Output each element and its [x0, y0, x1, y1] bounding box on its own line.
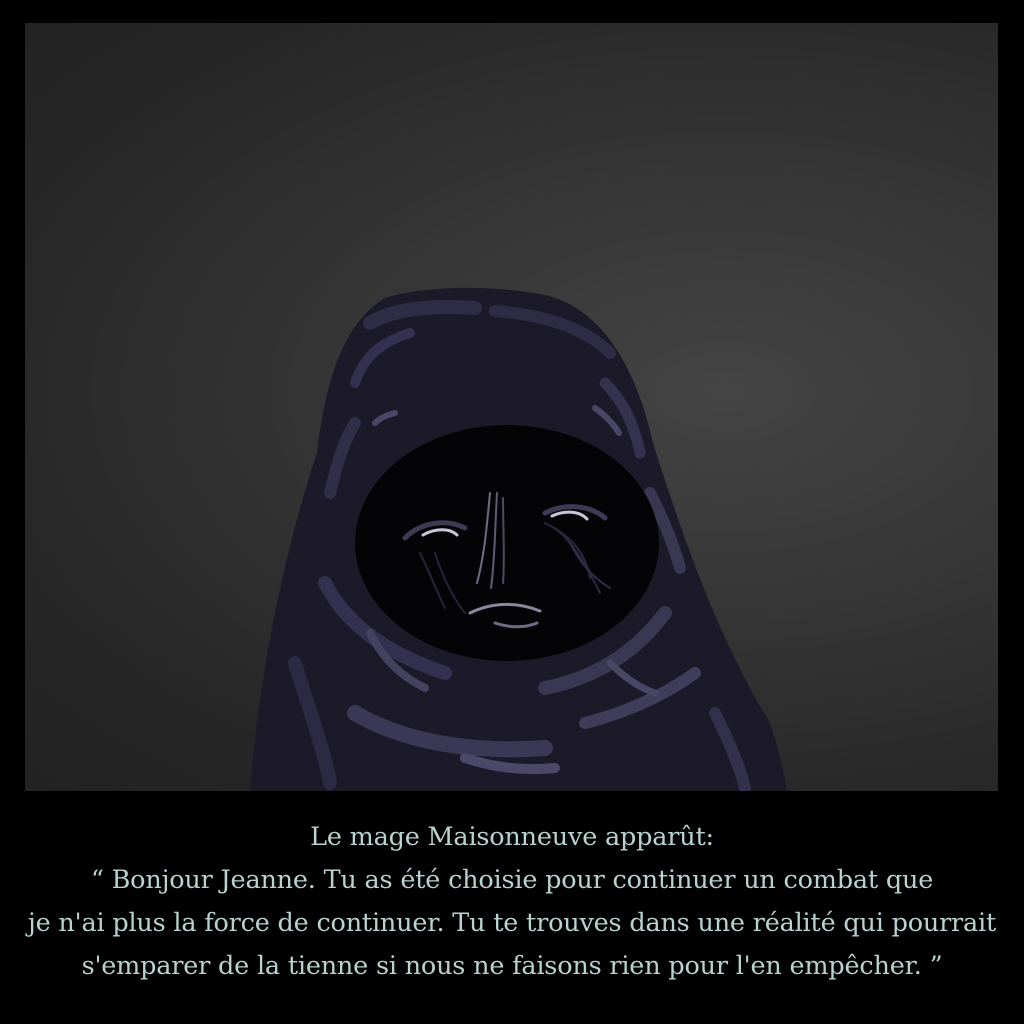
dialogue-line: “ Bonjour Jeanne. Tu as été choisie pour… — [90, 865, 934, 895]
hooded-mage-figure — [250, 287, 787, 791]
game-screen[interactable]: Le mage Maisonneuve apparût: “ Bonjour J… — [0, 0, 1024, 1024]
dialogue-box[interactable]: Le mage Maisonneuve apparût: “ Bonjour J… — [0, 816, 1024, 1006]
dialogue-line-speaker: Le mage Maisonneuve apparût: — [310, 822, 714, 852]
scene-illustration — [25, 23, 998, 791]
dialogue-line: je n'ai plus la force de continuer. Tu t… — [27, 908, 997, 938]
dialogue-line: s'emparer de la tienne si nous ne faison… — [81, 951, 943, 981]
